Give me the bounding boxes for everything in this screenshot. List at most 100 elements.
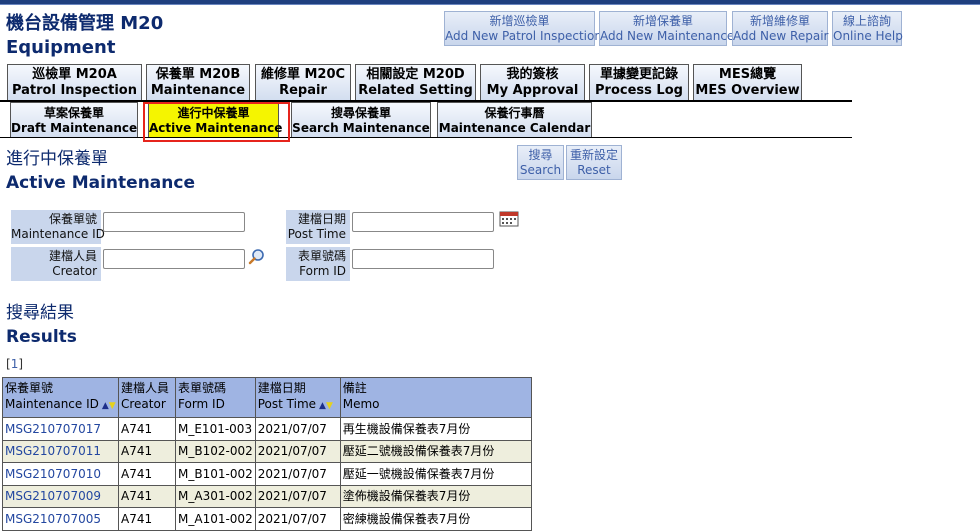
label-en: Form ID <box>299 264 346 278</box>
tab-maintenance[interactable]: 保養單 M20B Maintenance <box>146 64 250 101</box>
sort-arrows-icon[interactable]: ▲▼ <box>319 401 333 411</box>
tab-label-en: Maintenance <box>150 83 246 98</box>
label-en: Maintenance ID <box>11 227 105 241</box>
button-label-zh: 搜尋 <box>528 148 553 162</box>
label-zh: 建檔人員 <box>48 249 97 263</box>
col-header-form-id: 表單號碼 Form ID <box>175 377 256 418</box>
tab-mes-overview[interactable]: MES總覽 MES Overview <box>693 64 802 101</box>
reset-button[interactable]: 重新設定 Reset <box>566 145 622 180</box>
post-time-input[interactable] <box>352 212 494 232</box>
cell-form-id: M_E101-003 <box>175 417 256 441</box>
sub-tab-divider <box>0 137 852 138</box>
tab-label-en: Maintenance Calendar <box>438 121 591 135</box>
creator-label: 建檔人員 Creator <box>11 247 101 281</box>
cell-post-time: 2021/07/07 <box>254 439 341 463</box>
table-row: MSG210707010 A741 M_B101-002 2021/07/07 … <box>2 462 532 486</box>
tab-my-approval[interactable]: 我的簽核 My Approval <box>480 64 585 101</box>
button-label-zh: 線上諮詢 <box>842 14 891 28</box>
col-label-zh: 建檔日期 <box>257 381 306 395</box>
maintenance-id-input[interactable] <box>103 212 245 232</box>
col-label-zh: 建檔人員 <box>121 381 170 395</box>
col-label-en: Post Time <box>257 397 317 411</box>
post-time-label: 建檔日期 Post Time <box>286 210 350 244</box>
cell-post-time: 2021/07/07 <box>254 462 341 486</box>
col-header-creator: 建檔人員 Creator <box>118 377 176 418</box>
label-zh: 保養單號 <box>48 212 97 226</box>
table-row: MSG210707011 A741 M_B102-002 2021/07/07 … <box>2 439 532 463</box>
button-label-en: Add New Patrol Inspection <box>445 29 602 43</box>
tab-label-en: MES Overview <box>695 83 800 98</box>
col-header-maintenance-id[interactable]: 保養單號 Maintenance ID ▲▼ <box>2 377 119 418</box>
search-button[interactable]: 搜尋 Search <box>517 145 564 180</box>
tab-label-en: My Approval <box>486 83 579 98</box>
tab-repair[interactable]: 維修單 M20C Repair <box>255 64 351 101</box>
tab-label-zh: MES總覽 <box>718 67 777 82</box>
cell-creator: A741 <box>118 417 176 441</box>
page-link-1[interactable]: 1 <box>11 357 19 371</box>
tab-search-maintenance[interactable]: 搜尋保養單 Search Maintenance <box>291 102 431 137</box>
maintenance-id-link[interactable]: MSG210707010 <box>5 467 101 481</box>
sort-arrows-icon[interactable]: ▲▼ <box>102 401 116 411</box>
online-help-button[interactable]: 線上諮詢 Online Help <box>832 11 903 46</box>
page-title: 進行中保養單 Active Maintenance <box>6 147 195 195</box>
tab-label-en: Process Log <box>595 83 683 98</box>
tab-process-log[interactable]: 單據變更記錄 Process Log <box>589 64 689 101</box>
tab-label-zh: 巡檢單 M20A <box>32 67 117 82</box>
maintenance-id-link[interactable]: MSG210707005 <box>5 512 101 526</box>
maintenance-id-link[interactable]: MSG210707017 <box>5 422 101 436</box>
cell-creator: A741 <box>118 462 176 486</box>
tab-patrol-inspection[interactable]: 巡檢單 M20A Patrol Inspection <box>7 64 142 101</box>
tab-maintenance-calendar[interactable]: 保養行事曆 Maintenance Calendar <box>437 102 592 137</box>
cell-post-time: 2021/07/07 <box>254 417 341 441</box>
table-row: MSG210707017 A741 M_E101-003 2021/07/07 … <box>2 417 532 441</box>
results-title-en: Results <box>6 327 77 347</box>
cell-maintenance-id: MSG210707017 <box>2 417 119 441</box>
cell-memo: 塗佈機設備保養表7月份 <box>339 484 532 508</box>
maintenance-id-link[interactable]: MSG210707011 <box>5 444 101 458</box>
pager: [1] <box>6 357 24 371</box>
label-en: Post Time <box>287 227 346 241</box>
table-header-row: 保養單號 Maintenance ID ▲▼ 建檔人員 Creator 表單號碼 … <box>2 377 532 418</box>
active-tab-highlight <box>143 102 290 142</box>
button-label-en: Search <box>519 163 562 177</box>
tab-related-setting[interactable]: 相關設定 M20D Related Setting <box>355 64 476 101</box>
button-label-zh: 新增保養單 <box>632 14 693 28</box>
tab-label-zh: 保養行事曆 <box>484 106 545 120</box>
tab-draft-maintenance[interactable]: 草案保養單 Draft Maintenance <box>10 102 138 137</box>
button-label-zh: 新增維修單 <box>749 14 810 28</box>
magnifier-icon[interactable] <box>248 248 266 266</box>
add-patrol-inspection-button[interactable]: 新增巡檢單 Add New Patrol Inspection <box>444 11 602 46</box>
tab-label-en: Related Setting <box>358 83 473 98</box>
form-id-label: 表單號碼 Form ID <box>286 247 350 281</box>
add-maintenance-button[interactable]: 新增保養單 Add New Maintenance <box>599 11 734 46</box>
results-title-zh: 搜尋結果 <box>6 303 74 323</box>
label-en: Creator <box>52 264 97 278</box>
col-label-en: Maintenance ID <box>5 397 99 411</box>
cell-memo: 壓延二號機設備保養表7月份 <box>339 439 532 463</box>
tab-label-zh: 我的簽核 <box>506 67 559 82</box>
label-zh: 建檔日期 <box>297 212 346 226</box>
cell-maintenance-id: MSG210707009 <box>2 484 119 508</box>
cell-form-id: M_A301-002 <box>175 484 256 508</box>
maintenance-id-label: 保養單號 Maintenance ID <box>11 210 105 244</box>
tab-label-en: Patrol Inspection <box>11 83 137 98</box>
button-label-en: Add New Repair <box>733 29 829 43</box>
tab-label-zh: 單據變更記錄 <box>599 67 678 82</box>
add-repair-button[interactable]: 新增維修單 Add New Repair <box>732 11 828 46</box>
creator-input[interactable] <box>103 249 245 269</box>
maintenance-id-link[interactable]: MSG210707009 <box>5 489 101 503</box>
page-title-en: Active Maintenance <box>6 173 195 193</box>
tab-label-zh: 草案保養單 <box>43 106 104 120</box>
col-header-post-time[interactable]: 建檔日期 Post Time ▲▼ <box>254 377 341 418</box>
button-label-zh: 重新設定 <box>569 148 618 162</box>
cell-creator: A741 <box>118 484 176 508</box>
results-table: 保養單號 Maintenance ID ▲▼ 建檔人員 Creator 表單號碼 … <box>2 377 532 531</box>
tab-label-en: Draft Maintenance <box>11 121 138 135</box>
cell-creator: A741 <box>118 439 176 463</box>
cell-maintenance-id: MSG210707010 <box>2 462 119 486</box>
tab-label-en: Search Maintenance <box>292 121 430 135</box>
calendar-icon[interactable] <box>499 211 519 227</box>
label-zh: 表單號碼 <box>297 249 346 263</box>
page-title-zh: 進行中保養單 <box>6 149 108 169</box>
form-id-input[interactable] <box>352 249 494 269</box>
